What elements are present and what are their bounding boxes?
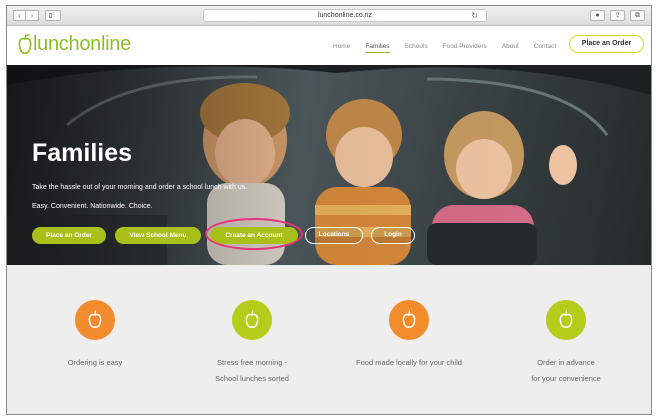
logo-text: lunchonline xyxy=(33,33,131,55)
place-order-button[interactable]: Place an Order xyxy=(32,227,106,244)
forward-button[interactable]: › xyxy=(26,10,39,21)
view-school-menu-button[interactable]: View School Menu xyxy=(115,227,201,244)
feature-icon-circle xyxy=(546,300,586,340)
feature-label-line-1: Stress free morning - xyxy=(216,358,288,367)
feature-label-line-1: Food made locally for your child xyxy=(356,358,462,367)
privacy-button[interactable]: ● xyxy=(590,10,605,21)
nav-families[interactable]: Families xyxy=(365,43,390,53)
apple-icon xyxy=(245,310,259,328)
main-nav: Home Families Schools Food Providers Abo… xyxy=(333,43,571,53)
header-place-order-button[interactable]: Place an Order xyxy=(569,35,644,53)
hero-banner: Families Take the hassle out of your mor… xyxy=(7,65,651,265)
hero-tagline: Easy. Convenient. Nationwide. Choice. xyxy=(32,203,153,210)
nav-food-providers[interactable]: Food Providers xyxy=(443,43,487,53)
nav-schools[interactable]: Schools xyxy=(405,43,428,53)
nav-about[interactable]: About xyxy=(502,43,519,53)
browser-actions: ● ⇪ ⧉ xyxy=(590,10,645,21)
logo-apple-icon xyxy=(18,34,32,54)
share-button[interactable]: ⇪ xyxy=(610,10,625,21)
sidebar-icon xyxy=(49,13,52,18)
feature-label-line-2: for your convenience xyxy=(531,374,601,383)
feature-label-line-1: Order in advance xyxy=(537,358,595,367)
feature-icon-circle xyxy=(389,300,429,340)
address-bar[interactable]: lunchonline.co.nz ↻ xyxy=(203,9,487,22)
logo[interactable]: lunchonline xyxy=(18,33,131,55)
hero-title: Families xyxy=(32,139,133,167)
feature-label: Stress free morning - School lunches sor… xyxy=(172,355,332,387)
create-account-highlight xyxy=(205,218,303,250)
browser-window: ‹ › lunchonline.co.nz ↻ ● ⇪ ⧉ lunchonlin… xyxy=(6,5,652,415)
features-section: Ordering is easy Stress free morning - S… xyxy=(7,265,651,414)
feature-label: Food made locally for your child xyxy=(329,355,489,371)
feature-label-line-2: School lunches sorted xyxy=(215,374,289,383)
url-text: lunchonline.co.nz xyxy=(317,12,373,19)
feature-label: Ordering is easy xyxy=(15,355,175,371)
feature-icon-circle xyxy=(75,300,115,340)
feature-label-line-1: Ordering is easy xyxy=(67,358,123,367)
site-header: lunchonline Home Families Schools Food P… xyxy=(7,27,651,65)
sidebar-toggle-button[interactable] xyxy=(45,10,61,21)
history-buttons: ‹ › xyxy=(13,10,39,21)
apple-icon xyxy=(402,310,416,328)
nav-contact[interactable]: Contact xyxy=(534,43,556,53)
locations-button[interactable]: Locations xyxy=(305,227,363,244)
feature-icon-circle xyxy=(232,300,272,340)
login-button[interactable]: Login xyxy=(371,227,415,244)
reload-icon[interactable]: ↻ xyxy=(471,10,478,21)
apple-icon xyxy=(88,310,102,328)
tabs-button[interactable]: ⧉ xyxy=(630,10,645,21)
feature-label: Order in advance for your convenience xyxy=(486,355,646,387)
hero-subtitle: Take the hassle out of your morning and … xyxy=(32,184,248,191)
apple-icon xyxy=(559,310,573,328)
nav-home[interactable]: Home xyxy=(333,43,350,53)
browser-toolbar: ‹ › lunchonline.co.nz ↻ ● ⇪ ⧉ xyxy=(7,6,651,26)
back-button[interactable]: ‹ xyxy=(13,10,26,21)
